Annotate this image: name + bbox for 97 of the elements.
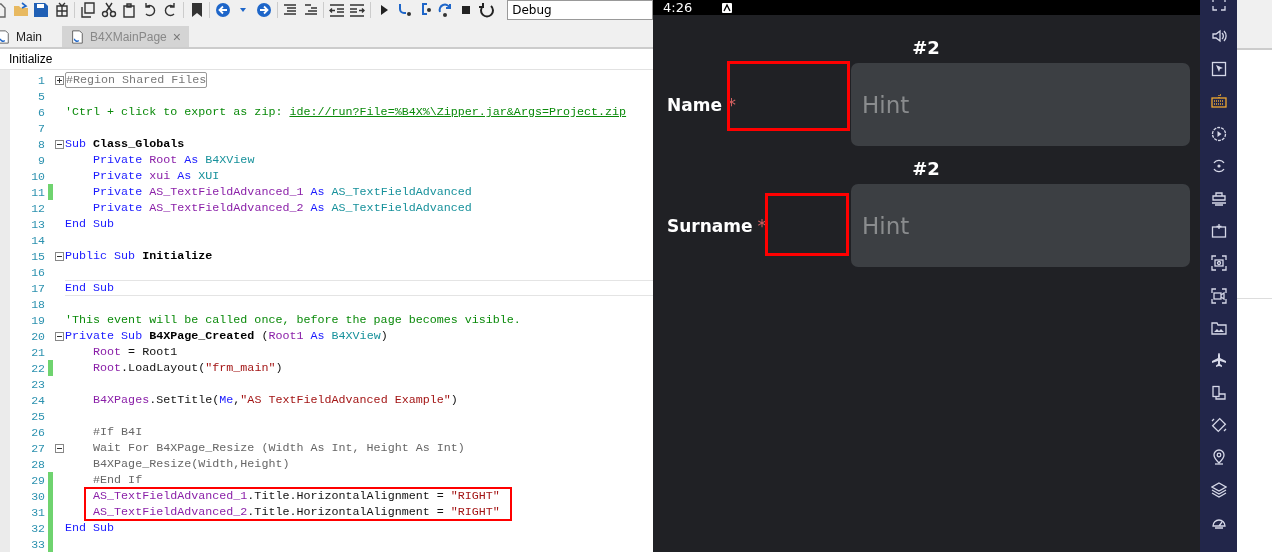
expand-icon[interactable]: [54, 75, 64, 85]
line-number: 25: [30, 409, 45, 423]
save-icon[interactable]: [33, 2, 50, 18]
input-field[interactable]: Hint: [851, 184, 1190, 267]
line-number: 16: [30, 265, 45, 279]
line-number: 18: [30, 297, 45, 311]
member-dropdown[interactable]: Initialize: [0, 52, 53, 67]
line-number: 24: [30, 393, 45, 407]
line-number: 5: [37, 89, 45, 103]
image-folder-icon[interactable]: [1210, 319, 1227, 336]
uncomment-lines-icon[interactable]: [302, 2, 319, 18]
line-number: 21: [30, 345, 45, 359]
field-label: Surname: [667, 216, 753, 236]
grid-icon[interactable]: [53, 2, 70, 18]
panel-header: [1237, 0, 1272, 50]
cursor-icon[interactable]: [1210, 60, 1227, 77]
line-number: 8: [37, 137, 45, 151]
code-line: Private AS_TextFieldAdvanced_1 As AS_TextFieldAdvanced: [92, 186, 472, 198]
step-icon[interactable]: [396, 2, 413, 18]
line-number: 27: [30, 441, 45, 455]
code-line: Sub Class_Globals: [65, 138, 185, 150]
line-number: 28: [30, 457, 45, 471]
code-line: #If B4I: [92, 426, 143, 438]
copy-icon[interactable]: [79, 2, 96, 18]
module-icon: [0, 29, 10, 44]
code-line: End Sub: [65, 218, 115, 230]
collapse-icon[interactable]: [54, 251, 64, 261]
outdent-icon[interactable]: [328, 2, 345, 18]
line-number: 14: [30, 233, 45, 247]
line-number: 33: [30, 537, 45, 551]
input-field[interactable]: Hint: [851, 63, 1190, 146]
code-line: Private Sub B4XPage_Created (Root1 As B4XView): [65, 330, 388, 342]
code-line: Private Root As B4XView: [92, 154, 255, 166]
code-line: Private AS_TextFieldAdvanced_2 As AS_TextFieldAdvanced: [92, 202, 472, 214]
line-number: 1: [37, 73, 45, 87]
line-number: 20: [30, 329, 45, 343]
line-number: 31: [30, 505, 45, 519]
line-number: 29: [30, 473, 45, 487]
location-pin-icon[interactable]: [1210, 449, 1227, 466]
back-arrow-icon[interactable]: [214, 2, 231, 18]
line-number: 10: [30, 169, 45, 183]
airplane-icon[interactable]: [1210, 352, 1227, 369]
line-number: 6: [37, 105, 45, 119]
play-circle-icon[interactable]: [1210, 125, 1227, 142]
collapse-icon[interactable]: [54, 139, 64, 149]
line-number: 23: [30, 377, 45, 391]
line-number: 13: [30, 217, 45, 231]
field-title: #2: [911, 37, 941, 60]
line-number: 17: [30, 281, 45, 295]
field-title: #2: [911, 158, 941, 181]
volume-icon[interactable]: [1210, 28, 1227, 45]
line-number: 11: [30, 185, 45, 199]
cut-icon[interactable]: [100, 2, 117, 18]
line-number: 22: [30, 361, 45, 375]
code-link[interactable]: ide://run?File=%B4X%\Zipper.jar&Args=Project.zip: [289, 105, 627, 119]
code-line: Private xui As XUI: [92, 170, 220, 182]
line-number: 26: [30, 425, 45, 439]
code-line: B4XPage_Resize(Width,Height): [92, 458, 290, 470]
code-line: 'This event will be called once, before the page becomes visible.: [65, 314, 521, 326]
code-line: End Sub: [65, 282, 115, 294]
keyboard-icon[interactable]: [1210, 93, 1227, 110]
line-number: 15: [30, 249, 45, 263]
configuration-dropdown[interactable]: Debug: [507, 0, 653, 20]
comment-lines-icon[interactable]: [282, 2, 299, 18]
line-number: 32: [30, 521, 45, 535]
field-label: Name: [667, 95, 722, 115]
indent-icon[interactable]: [349, 2, 366, 18]
rotate-screen-icon[interactable]: [1210, 417, 1227, 434]
line-number: 30: [30, 489, 45, 503]
code-line: AS_TextFieldAdvanced_2.Title.HorizontalAlignment = "RIGHT": [92, 506, 500, 518]
step-over-icon[interactable]: [437, 2, 454, 18]
code-line: Public Sub Initialize: [65, 250, 213, 262]
open-folder-icon[interactable]: [12, 2, 29, 18]
code-line: Wait For B4XPage_Resize (Width As Int, Height As Int): [92, 442, 465, 454]
screen-record-icon[interactable]: [1210, 287, 1227, 304]
line-number: 19: [30, 313, 45, 327]
code-line: B4XPages.SetTitle(Me,"AS TextFieldAdvanced Example"): [92, 394, 458, 406]
paste-icon[interactable]: [121, 2, 138, 18]
code-line: AS_TextFieldAdvanced_1.Title.HorizontalAlignment = "RIGHT": [92, 490, 500, 502]
restart-icon[interactable]: [478, 2, 495, 18]
code-line: Root.LoadLayout("frm_main"): [92, 362, 283, 374]
screenshot-icon[interactable]: [1210, 255, 1227, 272]
code-line: End Sub: [65, 522, 115, 534]
line-number: 9: [37, 153, 45, 167]
editor-tab[interactable]: Main: [0, 26, 50, 48]
collapse-icon[interactable]: [54, 331, 64, 341]
code-line: 'Ctrl + click to export as zip: ide://run?File=%B4X%\Zipper.jar&Args=Project.zip: [65, 106, 627, 118]
layers-icon[interactable]: [1210, 481, 1227, 498]
line-number: 12: [30, 201, 45, 215]
code-line: #End If: [92, 474, 143, 486]
screen-split-icon[interactable]: [1210, 384, 1227, 401]
collapse-icon[interactable]: [54, 443, 64, 453]
fullscreen-icon[interactable]: [1210, 0, 1227, 12]
code-line: Root = Root1: [92, 346, 178, 358]
line-number: 7: [37, 121, 45, 135]
module-icon: [70, 29, 84, 44]
status-time: 4:26: [663, 0, 693, 15]
